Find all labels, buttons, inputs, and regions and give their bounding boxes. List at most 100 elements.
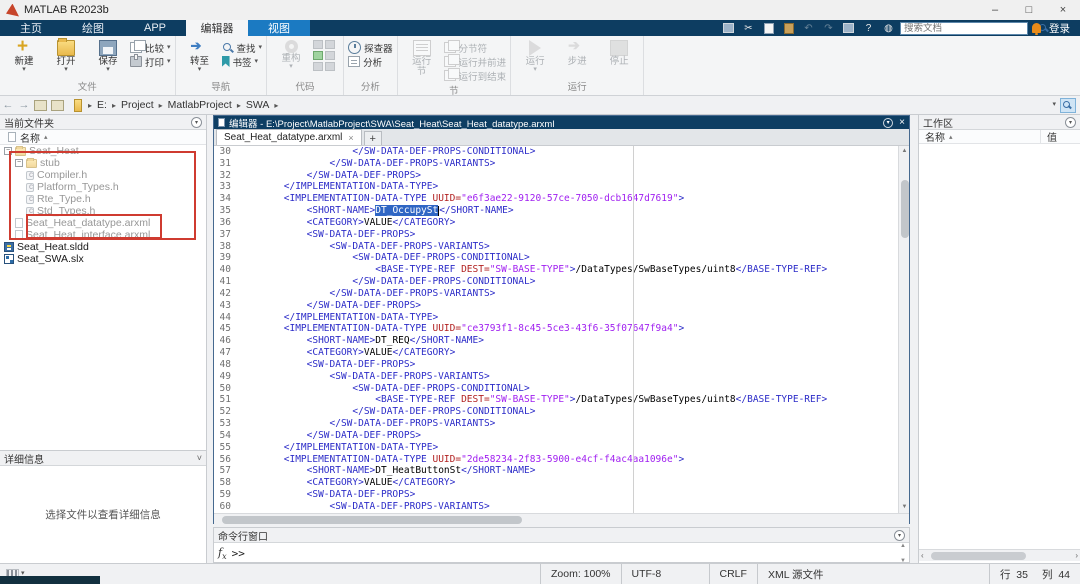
ribbon-tab-主页[interactable]: 主页 <box>0 20 62 36</box>
code-tool-icon[interactable] <box>313 51 324 60</box>
code-line-54[interactable]: 54 </SW-DATA-DEF-PROPS> <box>214 430 909 442</box>
section-break-button[interactable]: 分节符 <box>443 40 507 55</box>
scroll-up-icon[interactable]: ▲ <box>898 543 908 549</box>
ribbon-tab-APP[interactable]: APP <box>124 20 186 36</box>
back-icon[interactable]: ← <box>0 99 16 111</box>
tree-item-Std_Types.h[interactable]: Std_Types.h <box>0 205 206 217</box>
code-line-47[interactable]: 47 <CATEGORY>VALUE</CATEGORY> <box>214 347 909 359</box>
code-tool-icon[interactable] <box>325 40 336 49</box>
filetype-indicator[interactable]: XML 源文件 <box>756 564 899 584</box>
command-prompt[interactable]: >> <box>232 547 245 560</box>
open-button[interactable]: 打开 ▾ <box>46 38 86 73</box>
maximize-button[interactable]: □ <box>1012 0 1046 20</box>
collapse-icon[interactable]: − <box>4 147 12 155</box>
code-line-40[interactable]: 40 <BASE-TYPE-REF DEST="SW-BASE-TYPE">/D… <box>214 264 909 276</box>
code-line-51[interactable]: 51 <BASE-TYPE-REF DEST="SW-BASE-TYPE">/D… <box>214 394 909 406</box>
analyze-button[interactable]: 分析 <box>348 55 393 69</box>
collapse-icon[interactable]: − <box>15 159 23 167</box>
panel-menu-icon[interactable]: ▾ <box>1065 116 1076 128</box>
code-line-58[interactable]: 58 <CATEGORY>VALUE</CATEGORY> <box>214 477 909 489</box>
tree-item-Platform_Types.h[interactable]: Platform_Types.h <box>0 181 206 193</box>
tree-item-Compiler.h[interactable]: Compiler.h <box>0 169 206 181</box>
find-button[interactable]: 查找 ▾ <box>222 41 262 55</box>
refactor-button[interactable]: 重构 ▾ <box>271 38 311 70</box>
code-line-59[interactable]: 59 <SW-DATA-DEF-PROPS> <box>214 489 909 501</box>
search-folder-button[interactable] <box>1060 97 1076 113</box>
command-scroll-arrows[interactable]: ▲ ▼ <box>898 543 908 564</box>
code-line-46[interactable]: 46 <SHORT-NAME>DT_REQ</SHORT-NAME> <box>214 335 909 347</box>
tree-item-Seat_Heat_datatype.arxml[interactable]: Seat_Heat_datatype.arxml <box>0 217 206 229</box>
code-line-35[interactable]: 35 <SHORT-NAME>DT_OccupySt</SHORT-NAME> <box>214 205 909 217</box>
code-line-30[interactable]: 30 </SW-DATA-DEF-PROPS-CONDITIONAL> <box>214 146 909 158</box>
tree-item-stub[interactable]: − stub <box>0 157 206 169</box>
workspace-horizontal-scrollbar[interactable]: ‹ › <box>919 549 1080 561</box>
details-header[interactable]: 详细信息 ˅ <box>0 451 206 466</box>
help-icon[interactable]: ? <box>861 22 876 35</box>
code-line-49[interactable]: 49 <SW-DATA-DEF-PROPS-VARIANTS> <box>214 371 909 383</box>
new-button[interactable]: 新建▾ <box>4 36 44 73</box>
community-icon[interactable]: ◍ <box>881 22 896 35</box>
breadcrumb-item-SWA[interactable]: SWA <box>243 99 273 111</box>
code-area[interactable]: 30 </SW-DATA-DEF-PROPS-CONDITIONAL> 31 </… <box>214 146 909 513</box>
zoom-level[interactable]: Zoom: 100% <box>539 564 621 584</box>
breadcrumb-item-MatlabProject[interactable]: MatlabProject <box>165 99 235 111</box>
redo-icon[interactable]: ↷ <box>821 22 836 35</box>
code-line-50[interactable]: 50 <SW-DATA-DEF-PROPS-CONDITIONAL> <box>214 383 909 395</box>
code-line-42[interactable]: 42 </SW-DATA-DEF-PROPS-VARIANTS> <box>214 288 909 300</box>
editor-menu-icon[interactable]: ▾ <box>883 117 894 128</box>
workspace-value-column[interactable]: 值 <box>1041 130 1080 144</box>
horizontal-scrollbar[interactable] <box>214 513 909 525</box>
copy-icon[interactable] <box>761 22 776 35</box>
scroll-right-icon[interactable]: › <box>1075 551 1078 560</box>
code-tool-icon[interactable] <box>313 62 324 71</box>
run-button[interactable]: 运行 ▾ <box>515 38 555 73</box>
doc-search-input[interactable] <box>901 22 1039 34</box>
eol-indicator[interactable]: CRLF <box>708 564 757 584</box>
chevron-down-icon[interactable]: ˅ <box>197 453 202 463</box>
code-line-41[interactable]: 41 </SW-DATA-DEF-PROPS-CONDITIONAL> <box>214 276 909 288</box>
save-icon[interactable] <box>721 22 736 35</box>
compare-button[interactable]: 比较 ▾ <box>130 40 171 55</box>
code-tool-icon[interactable] <box>325 51 336 60</box>
code-line-56[interactable]: 56 <IMPLEMENTATION-DATA-TYPE UUID="2de58… <box>214 454 909 466</box>
print-icon[interactable] <box>841 22 856 35</box>
code-line-36[interactable]: 36 <CATEGORY>VALUE</CATEGORY> <box>214 217 909 229</box>
tab-close-icon[interactable]: × <box>348 133 353 143</box>
editor-close-icon[interactable]: × <box>899 117 905 128</box>
tree-item-Seat_Heat.sldd[interactable]: Seat_Heat.sldd <box>0 241 206 253</box>
breadcrumb-item-Project[interactable]: Project <box>118 99 157 111</box>
tab-seat-heat-datatype[interactable]: Seat_Heat_datatype.arxml × <box>216 129 362 145</box>
print-button[interactable]: 打印 ▾ <box>130 54 171 69</box>
command-input-area[interactable]: fx >> ▲ ▼ <box>214 543 909 564</box>
code-line-48[interactable]: 48 <SW-DATA-DEF-PROPS> <box>214 359 909 371</box>
code-line-55[interactable]: 55 </IMPLEMENTATION-DATA-TYPE> <box>214 442 909 454</box>
panel-menu-icon[interactable]: ▾ <box>191 116 202 128</box>
run-to-end-button[interactable]: 运行到结束 <box>443 68 506 83</box>
code-tool-icon[interactable] <box>313 40 324 49</box>
goto-button[interactable]: 转至▾ <box>180 38 220 73</box>
address-dropdown-icon[interactable]: ▾ <box>1052 101 1056 108</box>
scroll-left-icon[interactable]: ‹ <box>921 551 924 560</box>
name-column-header[interactable]: 名称 ▴ <box>0 130 206 145</box>
bookmark-button[interactable]: 书签 ▾ <box>221 55 263 69</box>
stop-button[interactable]: 停止 <box>599 38 639 67</box>
panel-menu-icon[interactable]: ▾ <box>894 529 905 541</box>
code-line-33[interactable]: 33 </IMPLEMENTATION-DATA-TYPE> <box>214 181 909 193</box>
new-tab-button[interactable]: + <box>363 131 382 145</box>
notifications-bell-icon[interactable] <box>1032 23 1041 35</box>
code-line-39[interactable]: 39 <SW-DATA-DEF-PROPS-CONDITIONAL> <box>214 252 909 264</box>
code-line-45[interactable]: 45 <IMPLEMENTATION-DATA-TYPE UUID="ce379… <box>214 323 909 335</box>
paste-icon[interactable] <box>781 22 796 35</box>
code-line-37[interactable]: 37 <SW-DATA-DEF-PROPS> <box>214 229 909 241</box>
code-line-31[interactable]: 31 </SW-DATA-DEF-PROPS-VARIANTS> <box>214 158 909 170</box>
code-line-52[interactable]: 52 </SW-DATA-DEF-PROPS-CONDITIONAL> <box>214 406 909 418</box>
close-button[interactable]: × <box>1046 0 1080 20</box>
cut-icon[interactable]: ✂ <box>741 22 756 35</box>
vertical-scrollbar[interactable]: ▲ ▼ <box>898 146 909 513</box>
browse-folder-icon[interactable] <box>51 99 64 111</box>
ribbon-tab-绘图[interactable]: 绘图 <box>62 20 124 36</box>
undo-icon[interactable]: ↶ <box>801 22 816 35</box>
code-line-32[interactable]: 32 </SW-DATA-DEF-PROPS> <box>214 170 909 182</box>
ribbon-tab-编辑器[interactable]: 编辑器 <box>186 20 248 36</box>
code-line-38[interactable]: 38 <SW-DATA-DEF-PROPS-VARIANTS> <box>214 241 909 253</box>
